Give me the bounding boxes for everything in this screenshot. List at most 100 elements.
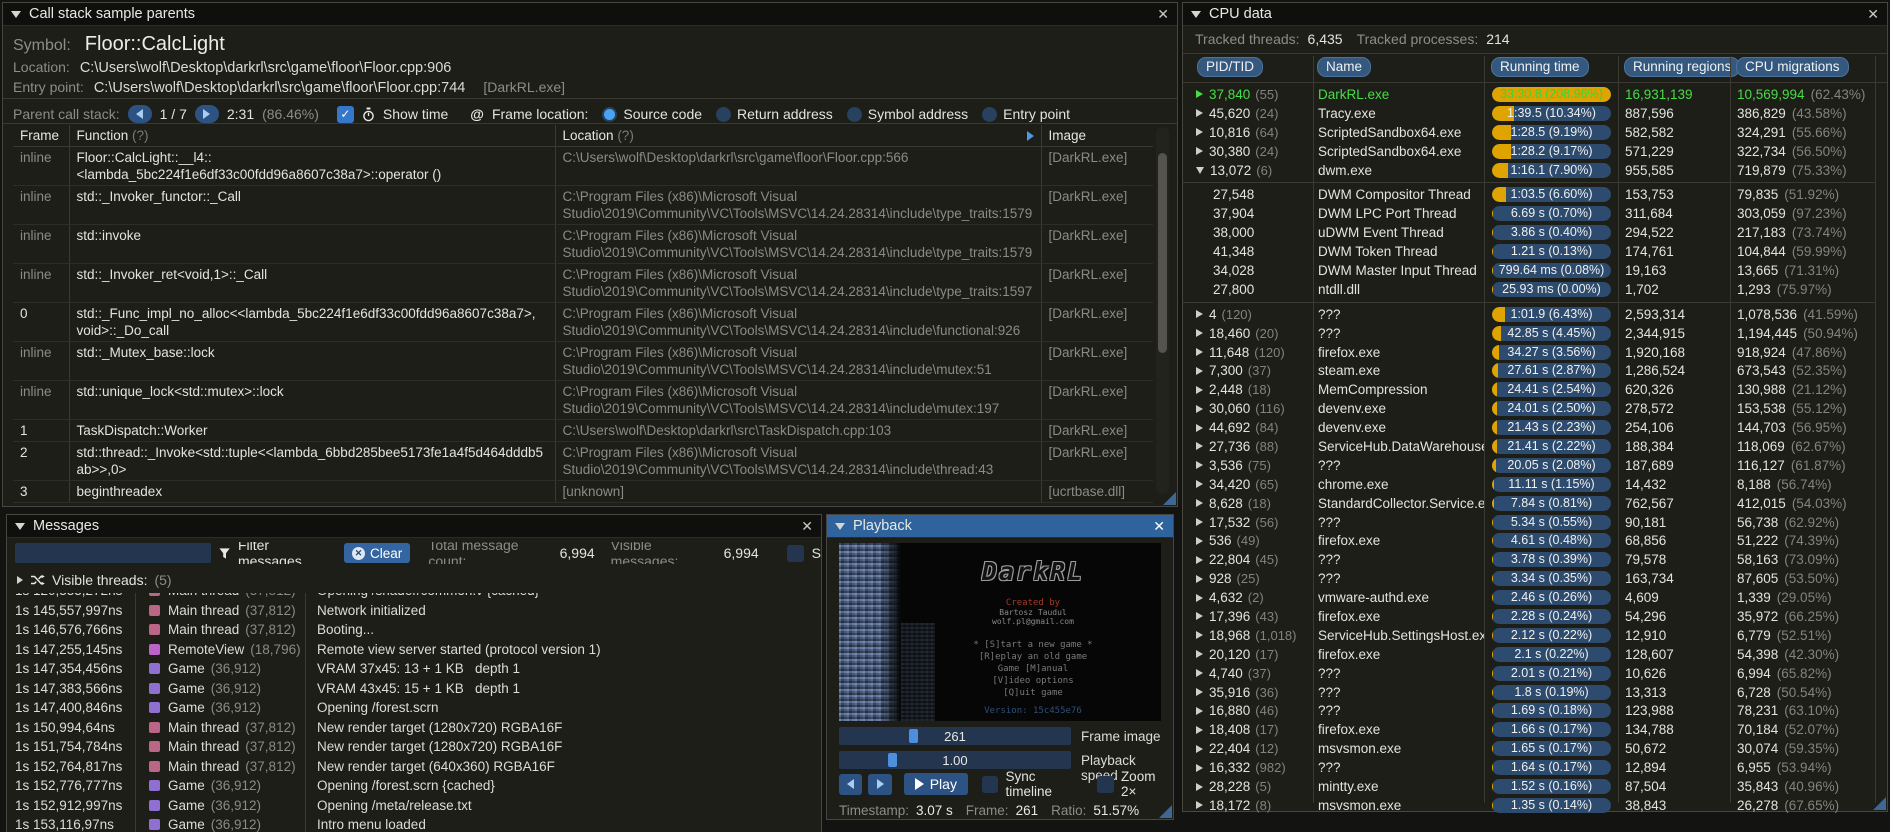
filter-input[interactable] bbox=[15, 543, 211, 563]
next-callstack-button[interactable] bbox=[194, 105, 219, 123]
cpu-row[interactable]: 27,800 ntdll.dll 25.93 ms (0.00%) 1,702 1,29… bbox=[1183, 280, 1875, 299]
show-time-checkbox[interactable]: ✓ bbox=[336, 105, 354, 123]
cpu-row[interactable]: 35,916 (36)??? 1.8 s (0.19%) 13,313 6,728 (50… bbox=[1183, 683, 1875, 702]
callstack-row[interactable]: 2 std::thread::_Invoke<std::tuple<<lambda… bbox=[13, 441, 1153, 481]
radio-circle-icon[interactable] bbox=[716, 106, 732, 122]
message-row[interactable]: 1s 147,400,846ns Game (36,912) Opening /for… bbox=[9, 698, 819, 718]
cpu-row[interactable]: 30,380 (24) ScriptedSandbox64.exe 1:28.2 (9… bbox=[1183, 142, 1875, 161]
frame-slider[interactable]: 261 bbox=[839, 727, 1071, 745]
cpu-row[interactable]: 22,404 (12) msvsmon.exe 1.65 s (0.17%) 50,67… bbox=[1183, 739, 1875, 758]
message-row[interactable]: 1s 147,255,145ns RemoteView (18,796) Remote… bbox=[9, 640, 819, 660]
scrollbar-thumb[interactable] bbox=[1158, 153, 1167, 353]
callstack-row[interactable]: 1 TaskDispatch::Worker C:\Users\wolf\Deskt… bbox=[13, 419, 1153, 442]
cpu-row[interactable]: 10,816 (64) ScriptedSandbox64.exe 1:28.5 (9… bbox=[1183, 123, 1875, 142]
messages-option-checkbox[interactable] bbox=[786, 544, 804, 562]
cpu-row[interactable]: 13,072 (6) dwm.exe 1:16.1 (7.90%) 955,585 719… bbox=[1183, 161, 1875, 180]
cpu-row[interactable]: 27,548 DWM Compositor Thread 1:03.5 (6.60%… bbox=[1183, 185, 1875, 204]
expand-arrow-icon[interactable] bbox=[1196, 329, 1203, 338]
message-row[interactable]: 1s 152,776,777ns Game (36,912) Opening /for… bbox=[9, 776, 819, 796]
cpu-data-titlebar[interactable]: CPU data ✕ bbox=[1183, 3, 1887, 26]
cpu-row[interactable]: 17,396 (43) firefox.exe 2.28 s (0.24%) 54,29… bbox=[1183, 607, 1875, 626]
resize-grip[interactable] bbox=[1159, 805, 1172, 818]
expand-arrow-icon[interactable] bbox=[1196, 574, 1203, 583]
callstack-row[interactable]: inline Floor::CalcLight::__l4::<lambda_5b… bbox=[13, 146, 1153, 186]
close-icon[interactable]: ✕ bbox=[1157, 7, 1169, 21]
cpu-row[interactable]: 928 (25)??? 3.34 s (0.35%) 163,734 87,605 (53… bbox=[1183, 569, 1875, 588]
messages-titlebar[interactable]: Messages ✕ bbox=[7, 515, 821, 538]
cpu-row[interactable]: 4 (120)??? 1:01.9 (6.43%) 2,593,314 1,078,53… bbox=[1183, 305, 1875, 324]
message-row[interactable]: 1s 145,557,997ns Main thread (37,812) Netwo… bbox=[9, 601, 819, 621]
visible-threads-row[interactable]: Visible threads: (5) bbox=[17, 572, 172, 588]
expand-arrow-icon[interactable] bbox=[1196, 385, 1203, 394]
column-header-running-regions[interactable]: Running regions bbox=[1624, 57, 1741, 77]
radio-return-address[interactable]: Return address bbox=[716, 106, 833, 122]
message-row[interactable]: 1s 152,764,817ns Main thread (37,812) New r… bbox=[9, 757, 819, 777]
column-header-pid-tid[interactable]: PID/TID bbox=[1197, 57, 1264, 77]
help-icon[interactable]: (?) bbox=[617, 128, 634, 143]
message-row[interactable]: 1s 147,383,566ns Game (36,912) VRAM 43x45: … bbox=[9, 679, 819, 699]
message-row[interactable]: 1s 146,576,766ns Main thread (37,812) Booti… bbox=[9, 620, 819, 640]
function-column-header[interactable]: Function (?) bbox=[69, 125, 556, 147]
expand-arrow-icon[interactable] bbox=[1196, 631, 1203, 640]
message-row[interactable]: 1s 147,354,456ns Game (36,912) VRAM 37x45: … bbox=[9, 659, 819, 679]
radio-circle-icon[interactable] bbox=[982, 106, 998, 122]
expand-arrow-icon[interactable] bbox=[1196, 706, 1203, 715]
expand-arrow-icon[interactable] bbox=[1196, 725, 1203, 734]
cpu-row[interactable]: 22,804 (45)??? 3.78 s (0.39%) 79,578 58,163 (… bbox=[1183, 550, 1875, 569]
expand-arrow-icon[interactable] bbox=[1196, 109, 1203, 118]
callstack-row[interactable]: 3 beginthreadex [unknown] [ucrtbase.dll] bbox=[13, 480, 1153, 503]
cpu-row[interactable]: 44,692 (84) devenv.exe 21.43 s (2.23%) 254,1… bbox=[1183, 418, 1875, 437]
expand-arrow-icon[interactable] bbox=[1196, 593, 1203, 602]
call-stack-titlebar[interactable]: Call stack sample parents ✕ bbox=[3, 3, 1177, 26]
expand-arrow-icon[interactable] bbox=[1196, 310, 1203, 319]
expand-arrow-icon[interactable] bbox=[1196, 499, 1203, 508]
expand-arrow-icon[interactable] bbox=[1196, 366, 1203, 375]
cpu-row[interactable]: 34,420 (65) chrome.exe 11.11 s (1.15%) 14,43… bbox=[1183, 475, 1875, 494]
message-row[interactable]: 1s 120,333,272ns Main thread (37,812) Openi… bbox=[9, 593, 819, 601]
image-column-header[interactable]: Image bbox=[1041, 125, 1153, 147]
expand-arrow-icon[interactable] bbox=[1196, 650, 1203, 659]
callstack-scrollbar[interactable] bbox=[1156, 127, 1169, 494]
zoom-option[interactable]: Zoom 2× bbox=[1097, 769, 1173, 799]
cpu-row[interactable]: 8,628 (18) StandardCollector.Service.e 7.84… bbox=[1183, 494, 1875, 513]
cpu-row[interactable]: 7,300 (37) steam.exe 27.61 s (2.87%) 1,286,5… bbox=[1183, 361, 1875, 380]
cpu-row[interactable]: 38,000 uDWM Event Thread 3.86 s (0.40%) 294… bbox=[1183, 223, 1875, 242]
cpu-row[interactable]: 2,448 (18) MemCompression 24.41 s (2.54%) 62… bbox=[1183, 380, 1875, 399]
cpu-row[interactable]: 17,532 (56)??? 5.34 s (0.55%) 90,181 56,738 (… bbox=[1183, 513, 1875, 532]
callstack-row[interactable]: inline std::_Invoker_functor::_Call C:\Pro… bbox=[13, 185, 1153, 225]
play-button[interactable]: Play bbox=[903, 773, 968, 795]
collapse-icon[interactable] bbox=[11, 10, 21, 18]
cpu-row[interactable]: 18,408 (17) firefox.exe 1.66 s (0.17%) 134,7… bbox=[1183, 720, 1875, 739]
close-icon[interactable]: ✕ bbox=[801, 519, 813, 533]
cpu-row[interactable]: 18,968 (1,018) ServiceHub.SettingsHost.ex 2… bbox=[1183, 626, 1875, 645]
cpu-row[interactable]: 34,028 DWM Master Input Thread 799.64 ms (… bbox=[1183, 261, 1875, 280]
callstack-row[interactable]: inline std::invoke C:\Program Files (x86)\… bbox=[13, 224, 1153, 264]
expand-arrow-icon[interactable] bbox=[1196, 688, 1203, 697]
playback-titlebar[interactable]: Playback ✕ bbox=[827, 515, 1173, 538]
expand-arrow-icon[interactable] bbox=[17, 576, 23, 584]
close-icon[interactable]: ✕ bbox=[1867, 7, 1879, 21]
cpu-row[interactable]: 18,460 (20)??? 42.85 s (4.45%) 2,344,915 1,1… bbox=[1183, 324, 1875, 343]
zoom-checkbox[interactable] bbox=[1097, 775, 1114, 793]
cpu-row[interactable]: 18,172 (8) msvsmon.exe 1.35 s (0.14%) 38,843… bbox=[1183, 796, 1875, 815]
expand-arrow-icon[interactable] bbox=[1196, 801, 1203, 810]
expand-arrow-icon[interactable] bbox=[1196, 348, 1203, 357]
column-divider[interactable] bbox=[135, 593, 136, 832]
expand-arrow-icon[interactable] bbox=[1196, 536, 1203, 545]
expand-arrow-icon[interactable] bbox=[1196, 90, 1203, 99]
expand-arrow-icon[interactable] bbox=[1196, 461, 1203, 470]
radio-entry-point[interactable]: Entry point bbox=[982, 106, 1070, 122]
expand-arrow-icon[interactable] bbox=[1196, 669, 1203, 678]
expand-arrow-icon[interactable] bbox=[1196, 612, 1203, 621]
cpu-row[interactable]: 11,648 (120) firefox.exe 34.27 s (3.56%) 1,9… bbox=[1183, 343, 1875, 362]
cpu-row[interactable]: 16,880 (46)??? 1.69 s (0.18%) 123,988 78,231… bbox=[1183, 702, 1875, 721]
help-icon[interactable]: (?) bbox=[132, 128, 149, 143]
collapse-icon[interactable] bbox=[1191, 10, 1201, 18]
expand-arrow-icon[interactable] bbox=[1196, 480, 1203, 489]
next-frame-button[interactable] bbox=[868, 773, 892, 795]
cpu-row[interactable]: 16,332 (982)??? 1.64 s (0.17%) 12,894 6,955 (… bbox=[1183, 758, 1875, 777]
radio-circle-icon[interactable] bbox=[846, 106, 862, 122]
cpu-row[interactable]: 41,348 DWM Token Thread 1.21 s (0.13%) 174,… bbox=[1183, 242, 1875, 261]
expand-arrow-icon[interactable] bbox=[1196, 744, 1203, 753]
callstack-row[interactable]: 0 std::_Func_impl_no_alloc<<lambda_5bc224… bbox=[13, 302, 1153, 342]
